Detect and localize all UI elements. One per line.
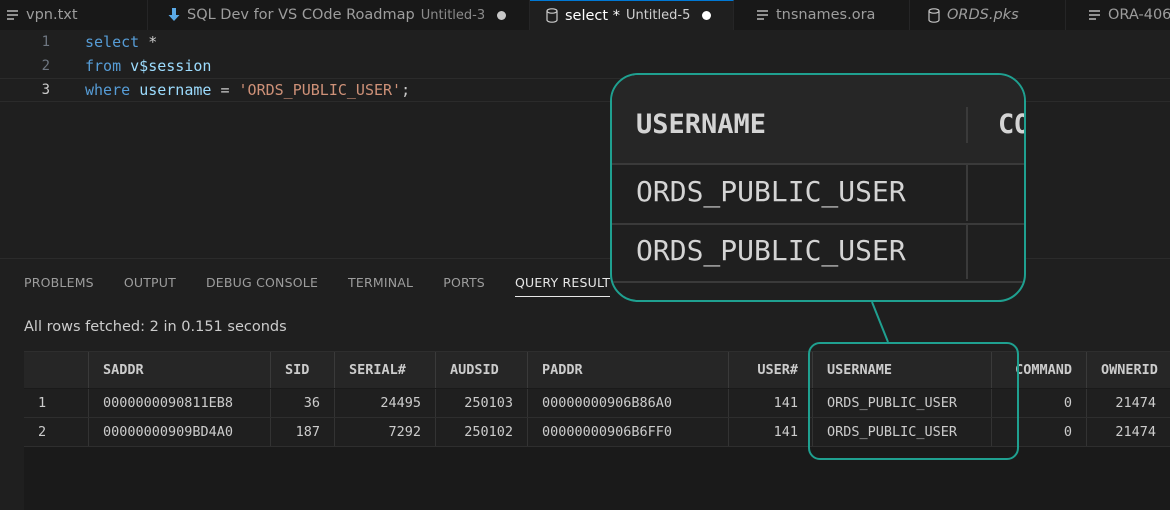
fetch-status: All rows fetched: 2 in 0.151 seconds <box>24 319 287 335</box>
zoom-username-value: ORDS_PUBLIC_USER <box>636 234 906 267</box>
cell-sid[interactable]: 187 <box>271 418 335 446</box>
cell-serial[interactable]: 7292 <box>335 418 436 446</box>
column-header-audsid[interactable]: AUDSID <box>436 352 528 388</box>
database-icon <box>928 7 940 23</box>
column-header-index <box>24 352 89 388</box>
line-number: 2 <box>41 58 50 74</box>
tab-query-result[interactable]: QUERY RESULT <box>514 275 611 297</box>
tab-debug-console[interactable]: DEBUG CONSOLE <box>206 275 318 297</box>
tab-select-untitled-5[interactable]: select * Untitled-5 <box>530 0 734 30</box>
tab-sublabel: Untitled-3 <box>420 7 486 23</box>
download-arrow-icon <box>168 8 180 22</box>
cell-saddr[interactable]: 0000000090811EB8 <box>89 389 271 417</box>
tab-output[interactable]: OUTPUT <box>124 275 176 297</box>
text-file-icon <box>6 9 19 21</box>
zoom-username-value: ORDS_PUBLIC_USER <box>636 175 906 208</box>
editor-tab-bar: vpn.txt SQL Dev for VS COde Roadmap Unti… <box>0 0 1170 30</box>
zoom-header-divider <box>966 107 968 143</box>
tab-ords-pks[interactable]: ORDS.pks <box>910 0 1066 30</box>
cell-audsid[interactable]: 250103 <box>436 389 528 417</box>
cell-ownerid[interactable]: 21474 <box>1087 418 1170 446</box>
column-header-ownerid[interactable]: OWNERID <box>1087 352 1170 388</box>
tab-sublabel: Untitled-5 <box>625 8 691 23</box>
zoom-column-divider <box>966 165 968 221</box>
cell-serial[interactable]: 24495 <box>335 389 436 417</box>
cell-user-num[interactable]: 141 <box>729 418 813 446</box>
unsaved-dot-icon <box>497 10 507 20</box>
tab-tnsnames-ora[interactable]: tnsnames.ora <box>734 0 910 30</box>
row-index: 1 <box>24 389 89 417</box>
tab-label: ORA-406 <box>1108 7 1170 23</box>
panel-tabs: PROBLEMS OUTPUT DEBUG CONSOLE TERMINAL P… <box>24 275 640 297</box>
username-column-highlight <box>808 342 1019 460</box>
tab-label: select * <box>565 7 620 24</box>
sql-keyword: where <box>85 81 131 99</box>
sql-text: * <box>139 33 158 51</box>
column-header-sid[interactable]: SID <box>271 352 335 388</box>
tab-label: tnsnames.ora <box>776 7 876 23</box>
tab-label: ORDS.pks <box>947 7 1019 23</box>
sql-keyword: select <box>85 33 140 51</box>
zoom-column-divider <box>966 225 968 279</box>
tab-label: SQL Dev for VS COde Roadmap <box>187 7 415 23</box>
sql-identifier: v$session <box>130 57 212 75</box>
column-header-serial[interactable]: SERIAL# <box>335 352 436 388</box>
tab-label: vpn.txt <box>26 7 78 23</box>
zoom-header-username: USERNAME <box>636 109 767 140</box>
sql-identifier: username <box>139 81 212 99</box>
row-index: 2 <box>24 418 89 446</box>
tab-vpn-txt[interactable]: vpn.txt <box>0 0 148 30</box>
text-file-icon <box>1088 9 1101 21</box>
cell-paddr[interactable]: 00000000906B6FF0 <box>528 418 729 446</box>
column-header-paddr[interactable]: PADDR <box>528 352 729 388</box>
cell-paddr[interactable]: 00000000906B86A0 <box>528 389 729 417</box>
column-header-saddr[interactable]: SADDR <box>89 352 271 388</box>
sql-string: 'ORDS_PUBLIC_USER' <box>238 81 402 99</box>
tab-sql-dev-roadmap[interactable]: SQL Dev for VS COde Roadmap Untitled-3 <box>148 0 530 30</box>
column-header-user-num[interactable]: USER# <box>729 352 813 388</box>
text-file-icon <box>756 9 769 21</box>
zoom-callout: USERNAME CO ORDS_PUBLIC_USER ORDS_PUBLIC… <box>610 73 1026 302</box>
code-line-1[interactable]: 1 select * <box>0 30 1170 54</box>
sql-keyword: from <box>85 57 122 75</box>
line-number: 1 <box>41 34 50 50</box>
tab-ora-406[interactable]: ORA-406 <box>1066 0 1170 30</box>
cell-saddr[interactable]: 00000000909BD4A0 <box>89 418 271 446</box>
unsaved-dot-icon <box>702 11 712 20</box>
cell-user-num[interactable]: 141 <box>729 389 813 417</box>
cell-ownerid[interactable]: 21474 <box>1087 389 1170 417</box>
cell-sid[interactable]: 36 <box>271 389 335 417</box>
zoom-header-next: CO <box>998 109 1024 140</box>
sql-operator: = <box>211 81 239 99</box>
tab-terminal[interactable]: TERMINAL <box>348 275 413 297</box>
database-icon <box>546 8 558 23</box>
tab-ports[interactable]: PORTS <box>443 275 485 297</box>
line-number: 3 <box>41 82 50 98</box>
tab-problems[interactable]: PROBLEMS <box>24 275 94 297</box>
cell-audsid[interactable]: 250102 <box>436 418 528 446</box>
sql-terminator: ; <box>401 81 411 99</box>
